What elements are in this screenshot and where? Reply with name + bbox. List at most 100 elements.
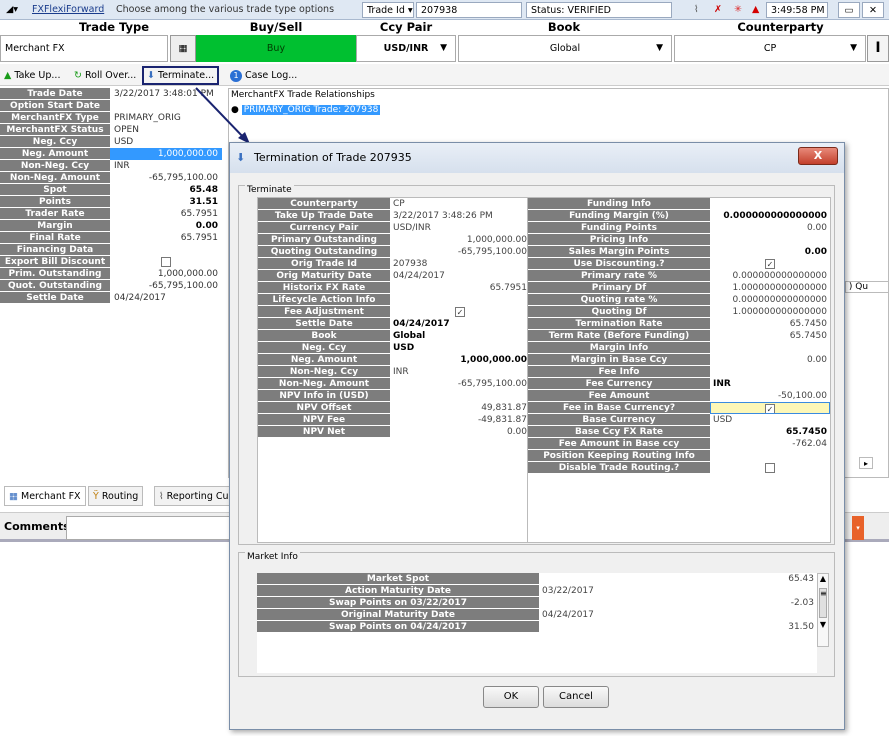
field-value[interactable]: -49,831.87 <box>390 414 530 426</box>
checkbox[interactable] <box>765 462 775 473</box>
field-value[interactable]: 65.7450 <box>710 318 830 330</box>
field-value[interactable]: 0.000000000000000 <box>710 210 830 222</box>
field-value[interactable]: 0.00 <box>710 354 830 366</box>
field-value[interactable] <box>390 294 530 306</box>
grid-icon: ▦ <box>9 491 18 502</box>
field-value[interactable] <box>710 342 830 354</box>
field-row: Neg. Ccy USD <box>258 342 530 354</box>
field-value[interactable] <box>390 390 530 402</box>
field-value[interactable]: 3/22/2017 3:48:26 PM <box>390 210 530 222</box>
field-value[interactable]: INR <box>390 366 530 378</box>
field-value[interactable]: 0.000000000000000 <box>710 294 830 306</box>
field-value[interactable]: -65,795,100.00 <box>390 246 530 258</box>
checkbox[interactable]: ✓ <box>455 306 465 317</box>
field-label: Base Currency <box>528 414 710 426</box>
checkbox[interactable]: ✓ <box>765 258 775 269</box>
field-row: Funding Info <box>528 198 830 210</box>
field-row: NPV Fee -49,831.87 <box>258 414 530 426</box>
field-value[interactable]: 04/24/2017 <box>390 318 530 330</box>
field-value[interactable]: 0.00 <box>710 222 830 234</box>
field-row: Quoting rate % 0.000000000000000 <box>528 294 830 306</box>
field-value[interactable]: -50,100.00 <box>710 390 830 402</box>
field-row: Use Discounting.? ✓ <box>528 258 830 270</box>
field-value[interactable]: -762.04 <box>710 438 830 450</box>
field-value[interactable]: 65.7450 <box>710 330 830 342</box>
comments-input[interactable] <box>66 516 230 540</box>
checkbox[interactable]: ✓ <box>765 403 775 413</box>
field-label: Currency Pair <box>258 222 390 234</box>
field-value[interactable]: 65.7450 <box>710 426 830 438</box>
field-value[interactable]: INR <box>710 378 830 390</box>
field-value[interactable] <box>710 450 830 462</box>
field-row: NPV Info in (USD) <box>258 390 530 402</box>
field-label: Historix FX Rate <box>258 282 390 294</box>
field-value[interactable]: -65,795,100.00 <box>390 378 530 390</box>
field-value[interactable] <box>710 462 830 474</box>
field-row: Quoting Outstanding -65,795,100.00 <box>258 246 530 258</box>
field-value[interactable]: 65.7951 <box>390 282 530 294</box>
field-label: Funding Info <box>528 198 710 210</box>
tab-reporting[interactable]: ⌇ Reporting Cu <box>154 486 230 506</box>
field-row: Swap Points on 03/22/2017 -2.03 <box>257 597 817 609</box>
field-label: Fee Currency <box>528 378 710 390</box>
field-label: Quoting rate % <box>528 294 710 306</box>
dialog-title: Termination of Trade 207935 <box>254 151 412 164</box>
field-value[interactable]: USD <box>390 342 530 354</box>
field-row: Pricing Info <box>528 234 830 246</box>
field-label: Term Rate (Before Funding) <box>528 330 710 342</box>
field-value[interactable]: -2.03 <box>539 597 817 609</box>
field-row: Quoting Df 1.000000000000000 <box>528 306 830 318</box>
field-value[interactable]: 1.000000000000000 <box>710 282 830 294</box>
field-value[interactable] <box>710 234 830 246</box>
field-value[interactable]: ✓ <box>710 258 830 270</box>
field-row: Market Spot 65.43 <box>257 573 817 585</box>
field-label: Settle Date <box>258 318 390 330</box>
field-value[interactable]: 49,831.87 <box>390 402 530 414</box>
market-group-title: Market Info <box>245 552 300 562</box>
field-label: NPV Info in (USD) <box>258 390 390 402</box>
field-label: Margin Info <box>528 342 710 354</box>
field-label: Fee in Base Currency? <box>528 402 710 414</box>
field-value[interactable]: 1.000000000000000 <box>710 306 830 318</box>
ok-button[interactable]: OK <box>483 686 539 708</box>
tab-merchant-fx[interactable]: ▦ Merchant FX <box>4 486 86 506</box>
routing-icon: Ÿ <box>93 491 99 502</box>
field-value[interactable]: 04/24/2017 <box>539 609 817 621</box>
cancel-button[interactable]: Cancel <box>543 686 609 708</box>
field-value[interactable]: 1,000,000.00 <box>390 234 530 246</box>
field-value[interactable]: 0.000000000000000 <box>710 270 830 282</box>
field-row: Counterparty CP <box>258 198 530 210</box>
bottom-tabs: ▦ Merchant FX Ÿ Routing ⌇ Reporting Cu <box>0 484 230 508</box>
field-value[interactable] <box>710 198 830 210</box>
field-value[interactable] <box>710 366 830 378</box>
field-value[interactable]: 31.50 <box>539 621 817 633</box>
terminate-right-table: Funding Info Funding Margin (%) 0.00000000… <box>527 197 831 543</box>
field-value[interactable]: 0.00 <box>710 246 830 258</box>
field-value[interactable]: 03/22/2017 <box>539 585 817 597</box>
field-value[interactable]: 207938 <box>390 258 530 270</box>
field-value[interactable]: USD/INR <box>390 222 530 234</box>
field-value[interactable]: ✓ <box>710 402 830 414</box>
field-row: Disable Trade Routing.? <box>528 462 830 474</box>
field-value[interactable]: Global <box>390 330 530 342</box>
field-value[interactable]: CP <box>390 198 530 210</box>
tab-routing[interactable]: Ÿ Routing <box>88 486 144 506</box>
field-value[interactable]: ✓ <box>390 306 530 318</box>
field-value[interactable]: USD <box>710 414 830 426</box>
field-value[interactable]: 0.00 <box>390 426 530 438</box>
field-label: NPV Fee <box>258 414 390 426</box>
dialog-close-button[interactable]: X <box>798 147 838 165</box>
field-label: Primary rate % <box>528 270 710 282</box>
field-row: Margin Info <box>528 342 830 354</box>
field-row: Sales Margin Points 0.00 <box>528 246 830 258</box>
comments-dropdown[interactable]: ▾ <box>852 516 864 540</box>
field-row: Fee in Base Currency? ✓ <box>528 402 830 414</box>
market-scrollbar[interactable]: ▲ ≡ ▼ <box>817 573 829 647</box>
terminate-left-table: Counterparty CP Take Up Trade Date 3/22/201… <box>257 197 531 543</box>
field-row: Neg. Amount 1,000,000.00 <box>258 354 530 366</box>
field-value[interactable]: 04/24/2017 <box>390 270 530 282</box>
field-label: Neg. Ccy <box>258 342 390 354</box>
field-row: Settle Date 04/24/2017 <box>258 318 530 330</box>
field-value[interactable]: 1,000,000.00 <box>390 354 530 366</box>
field-value[interactable]: 65.43 <box>539 573 817 585</box>
